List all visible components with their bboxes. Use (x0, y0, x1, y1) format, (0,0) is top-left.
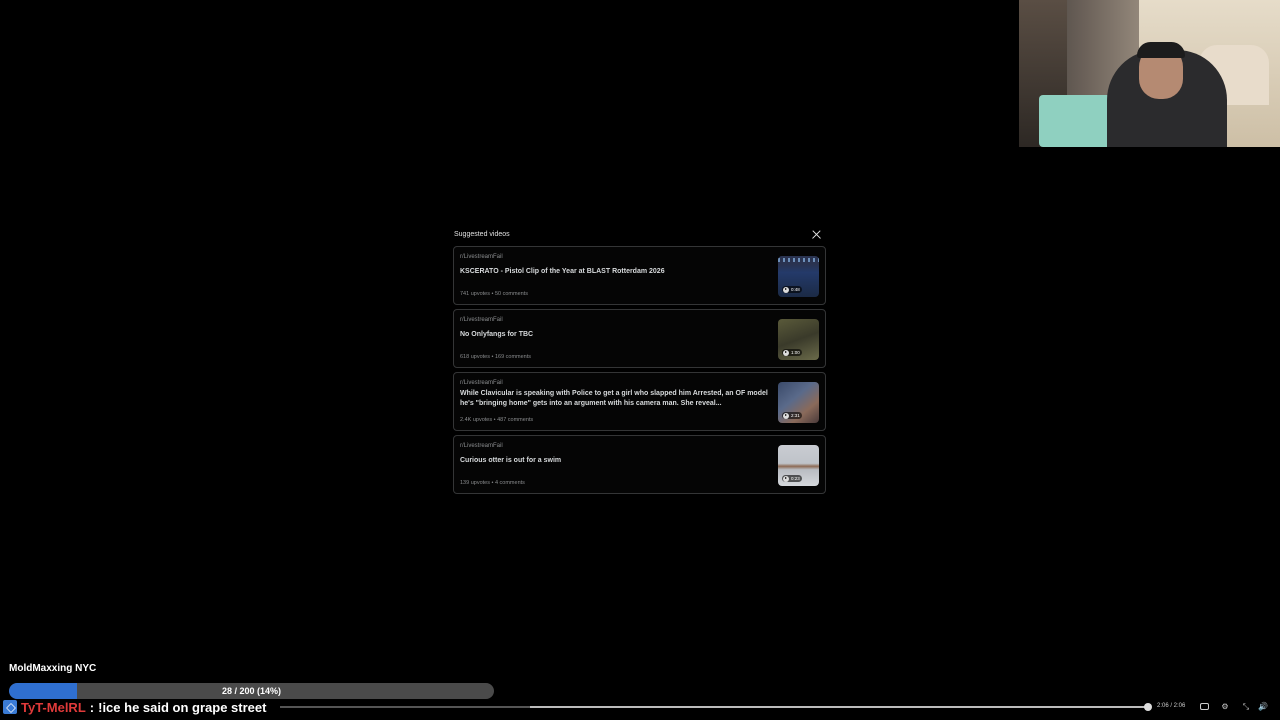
video-meta: 618 upvotes • 169 comments (460, 354, 532, 360)
play-icon (783, 412, 789, 419)
video-title[interactable]: KSCERATO - Pistol Clip of the Year at BL… (460, 267, 772, 277)
chat-badge-icon (3, 700, 17, 714)
play-icon (783, 349, 789, 356)
subreddit-label: r/LivestreamFail (460, 317, 503, 323)
suggested-video-card[interactable]: r/LivestreamFail While Clavicular is spe… (453, 372, 826, 431)
video-thumbnail[interactable]: 2:31 (778, 382, 819, 423)
duration-badge: 0:23 (782, 475, 802, 482)
video-thumbnail[interactable]: 0:23 (778, 445, 819, 486)
gear-icon[interactable]: ⚙ (1220, 702, 1230, 712)
goal-progress-text: 28 / 200 (14%) (221, 686, 282, 696)
video-thumbnail[interactable]: 0:48 (778, 256, 819, 297)
goal-progress-bar: 28 / 200 (14%) (9, 683, 494, 699)
suggested-video-card[interactable]: r/LivestreamFail Curious otter is out fo… (453, 435, 826, 494)
suggested-video-card[interactable]: r/LivestreamFail No Onlyfangs for TBC 61… (453, 309, 826, 368)
video-thumbnail[interactable]: 1:00 (778, 319, 819, 360)
video-meta: 2.4K upvotes • 487 comments (460, 417, 534, 423)
video-title[interactable]: While Clavicular is speaking with Police… (460, 389, 772, 409)
seek-bar-played (530, 706, 1148, 708)
duration-badge: 0:48 (782, 286, 802, 293)
play-icon (783, 286, 789, 293)
play-icon (783, 475, 789, 482)
suggested-video-card[interactable]: r/LivestreamFail KSCERATO - Pistol Clip … (453, 246, 826, 305)
chat-separator: : (89, 699, 95, 715)
duration-badge: 2:31 (782, 412, 802, 419)
suggested-videos-panel: Suggested videos r/LivestreamFail KSCERA… (453, 228, 826, 498)
subreddit-label: r/LivestreamFail (460, 380, 503, 386)
video-title[interactable]: No Onlyfangs for TBC (460, 330, 772, 340)
seek-handle[interactable] (1144, 703, 1152, 711)
seek-bar[interactable] (280, 706, 1148, 708)
duration-badge: 1:00 (782, 349, 802, 356)
collapse-icon[interactable]: ⤡ (1241, 702, 1251, 712)
panel-header: Suggested videos (453, 228, 826, 246)
panel-title: Suggested videos (454, 231, 510, 238)
chat-username: TyT-MelRL (21, 699, 86, 715)
video-title[interactable]: Curious otter is out for a swim (460, 456, 772, 466)
webcam-overlay (1019, 0, 1280, 147)
chat-message-text: !ice he said on grape street (98, 699, 267, 715)
time-display: 2:06 / 2:06 (1157, 703, 1186, 709)
volume-icon[interactable]: 🔊 (1258, 702, 1268, 712)
close-icon[interactable] (810, 228, 824, 242)
captions-icon[interactable] (1200, 703, 1209, 710)
chat-message: TyT-MelRL : !ice he said on grape street (3, 698, 266, 716)
channel-name: MoldMaxxing NYC (9, 663, 97, 674)
video-meta: 139 upvotes • 4 comments (460, 480, 525, 486)
subreddit-label: r/LivestreamFail (460, 254, 503, 260)
video-meta: 741 upvotes • 50 comments (460, 291, 528, 297)
subreddit-label: r/LivestreamFail (460, 443, 503, 449)
